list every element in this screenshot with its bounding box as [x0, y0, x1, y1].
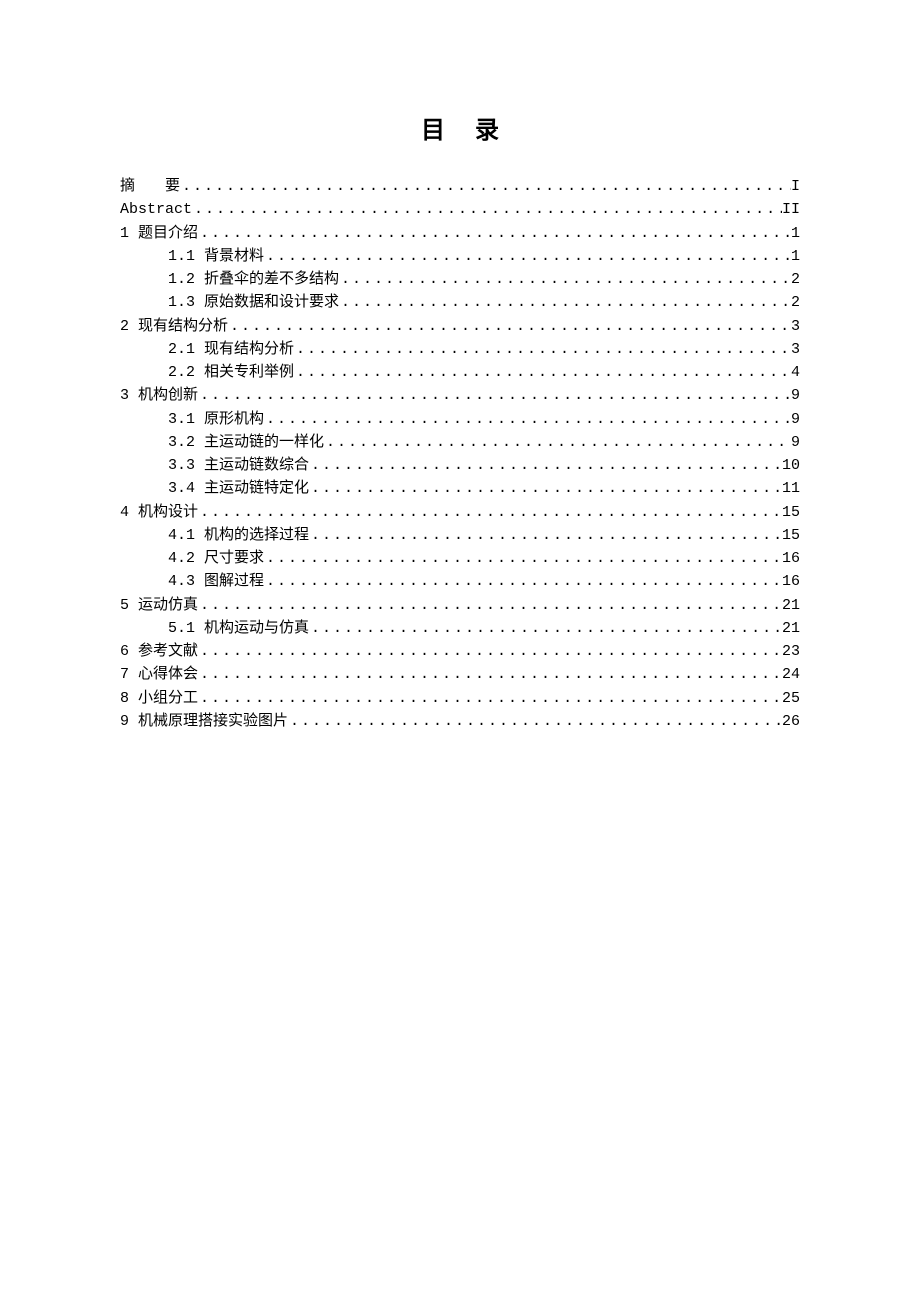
toc-entry: 1 题目介绍 1: [120, 222, 800, 245]
toc-entry-label: 4.2 尺寸要求: [168, 547, 264, 570]
toc-entry-label: 7 心得体会: [120, 663, 198, 686]
toc-leader-dots: [309, 617, 782, 640]
toc-entry: 1.1 背景材料 1: [120, 245, 800, 268]
toc-entry-page: 9: [791, 384, 800, 407]
toc-entry-page: II: [782, 198, 800, 221]
toc-leader-dots: [324, 431, 791, 454]
toc-entry-page: 2: [791, 268, 800, 291]
toc-entry-label: 2.1 现有结构分析: [168, 338, 294, 361]
toc-leader-dots: [339, 291, 791, 314]
toc-entry: 摘 要I: [120, 175, 800, 198]
toc-entry: 4 机构设计 15: [120, 501, 800, 524]
toc-entry-page: 2: [791, 291, 800, 314]
toc-leader-dots: [264, 408, 791, 431]
toc-leader-dots: [192, 198, 782, 221]
toc-entry-page: 9: [791, 408, 800, 431]
toc-entry: 8 小组分工 25: [120, 687, 800, 710]
toc-entry-page: 25: [782, 687, 800, 710]
toc-entry-page: 3: [791, 315, 800, 338]
toc-entry-label: 8 小组分工: [120, 687, 198, 710]
toc-entry-page: 1: [791, 245, 800, 268]
toc-entry-page: 24: [782, 663, 800, 686]
toc-entry: 5.1 机构运动与仿真 21: [120, 617, 800, 640]
toc-entry: 4.2 尺寸要求 16: [120, 547, 800, 570]
toc-entry-label: 1 题目介绍: [120, 222, 198, 245]
toc-entry-page: 3: [791, 338, 800, 361]
toc-entry: 3.4 主运动链特定化 11: [120, 477, 800, 500]
toc-entry-page: 16: [782, 547, 800, 570]
toc-leader-dots: [264, 547, 782, 570]
toc-entry-label: 3.4 主运动链特定化: [168, 477, 309, 500]
toc-entry-label: Abstract: [120, 198, 192, 221]
toc-entry: 2.1 现有结构分析 3: [120, 338, 800, 361]
toc-leader-dots: [198, 222, 791, 245]
toc-entry-label: 1.3 原始数据和设计要求: [168, 291, 339, 314]
toc-entry: 7 心得体会 24: [120, 663, 800, 686]
toc-entry: 2.2 相关专利举例 4: [120, 361, 800, 384]
toc-entry: 2 现有结构分析 3: [120, 315, 800, 338]
toc-entry: Abstract II: [120, 198, 800, 221]
toc-entry-label: 4.1 机构的选择过程: [168, 524, 309, 547]
toc-entry-page: 21: [782, 594, 800, 617]
toc-leader-dots: [294, 338, 791, 361]
toc-entry-page: 9: [791, 431, 800, 454]
toc-leader-dots: [198, 501, 782, 524]
toc-entry-label: 3.1 原形机构: [168, 408, 264, 431]
toc-entry-label: 3 机构创新: [120, 384, 198, 407]
toc-entry: 1.2 折叠伞的差不多结构 2: [120, 268, 800, 291]
toc-entry: 3.2 主运动链的一样化 9: [120, 431, 800, 454]
toc-entry-page: 4: [791, 361, 800, 384]
toc-entry-label: 2.2 相关专利举例: [168, 361, 294, 384]
toc-entry-label: 1.2 折叠伞的差不多结构: [168, 268, 339, 291]
toc-entry-page: 23: [782, 640, 800, 663]
toc-entry-label: 1.1 背景材料: [168, 245, 264, 268]
toc-entry: 3.3 主运动链数综合 10: [120, 454, 800, 477]
toc-leader-dots: [198, 594, 782, 617]
toc-entry: 4.3 图解过程 16: [120, 570, 800, 593]
toc-entry: 3 机构创新 9: [120, 384, 800, 407]
toc-entry-label: 9 机械原理搭接实验图片: [120, 710, 288, 733]
toc-leader-dots: [288, 710, 782, 733]
toc-entry-page: 1: [791, 222, 800, 245]
toc-entry-label: 6 参考文献: [120, 640, 198, 663]
toc-entry: 9 机械原理搭接实验图片 26: [120, 710, 800, 733]
toc-leader-dots: [198, 687, 782, 710]
table-of-contents: 摘 要IAbstractII1 题目介绍11.1 背景材料11.2 折叠伞的差不…: [120, 175, 800, 733]
toc-leader-dots: [309, 524, 782, 547]
toc-entry-page: I: [791, 175, 800, 198]
toc-entry-page: 16: [782, 570, 800, 593]
toc-entry: 3.1 原形机构 9: [120, 408, 800, 431]
toc-leader-dots: [309, 454, 782, 477]
toc-entry-label: 2 现有结构分析: [120, 315, 228, 338]
toc-entry-page: 10: [782, 454, 800, 477]
toc-entry: 6 参考文献 23: [120, 640, 800, 663]
page-title: 目录: [120, 110, 800, 145]
toc-leader-dots: [180, 175, 791, 198]
toc-entry-label: 5 运动仿真: [120, 594, 198, 617]
toc-entry: 5 运动仿真 21: [120, 594, 800, 617]
toc-entry: 1.3 原始数据和设计要求 2: [120, 291, 800, 314]
toc-entry-page: 26: [782, 710, 800, 733]
toc-entry: 4.1 机构的选择过程 15: [120, 524, 800, 547]
toc-entry-page: 21: [782, 617, 800, 640]
toc-entry-label: 3.3 主运动链数综合: [168, 454, 309, 477]
toc-entry-label: 摘 要: [120, 175, 180, 198]
toc-entry-label: 3.2 主运动链的一样化: [168, 431, 324, 454]
toc-leader-dots: [198, 663, 782, 686]
toc-leader-dots: [309, 477, 782, 500]
toc-leader-dots: [294, 361, 791, 384]
toc-leader-dots: [228, 315, 791, 338]
toc-leader-dots: [198, 384, 791, 407]
toc-leader-dots: [198, 640, 782, 663]
toc-entry-page: 15: [782, 501, 800, 524]
toc-leader-dots: [264, 570, 782, 593]
toc-entry-label: 4 机构设计: [120, 501, 198, 524]
toc-entry-page: 15: [782, 524, 800, 547]
toc-entry-label: 4.3 图解过程: [168, 570, 264, 593]
toc-entry-label: 5.1 机构运动与仿真: [168, 617, 309, 640]
toc-entry-page: 11: [782, 477, 800, 500]
toc-leader-dots: [264, 245, 791, 268]
toc-leader-dots: [339, 268, 791, 291]
